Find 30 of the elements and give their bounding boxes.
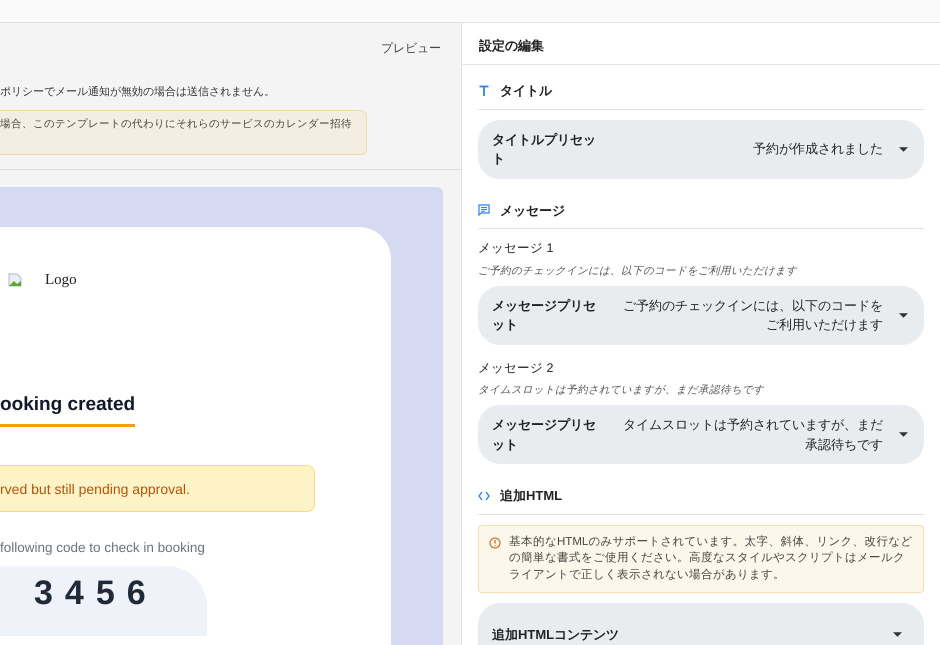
code-icon [478, 490, 490, 502]
preset-select[interactable]: メッセージプリセット タイムスロットは予約されていますが、まだ承認待ちです [478, 405, 924, 464]
caret-icon [899, 312, 908, 318]
message-icon [478, 204, 490, 216]
section-heading: メッセージ [500, 202, 565, 220]
checkin-code: 3456 [0, 566, 207, 636]
field-caption: メッセージ 2 [478, 360, 554, 376]
preview-tab[interactable]: プレビュー [0, 23, 461, 57]
caret-icon [893, 632, 902, 638]
section-heading: 追加HTML [500, 487, 562, 505]
preset-select[interactable]: タイトルプリセット 予約が作成されました [478, 120, 924, 178]
section-heading: タイトル [500, 82, 552, 100]
panel-title: 設定の編集 [462, 23, 940, 65]
email-heading: ooking created [0, 391, 136, 426]
notice-text: ポリシーでメール通知が無効の場合は送信されません。 [0, 84, 276, 100]
logo-alt-text: Logo [45, 270, 77, 290]
caret-icon [899, 432, 908, 437]
preset-select[interactable]: メッセージプリセット ご予約のチェックインには、以下のコードをご利用いただけます [478, 286, 924, 344]
info-icon [489, 536, 501, 548]
instruction-text: following code to check in booking [0, 538, 206, 557]
caret-icon [899, 146, 908, 152]
info-text: 基本的なHTMLのみサポートされています。太字、斜体、リンク、改行などの簡単な書式をご使用ください。高度なスタイルやスクリプトはメールクライアントで正しく表示されない場合があります。 [509, 534, 913, 583]
field-caption: メッセージ 1 [478, 240, 554, 257]
broken-image-icon [7, 272, 23, 288]
field-hint: タイムスロットは予約されていますが、まだ承認待ちです [478, 383, 766, 398]
field-hint: ご予約のチェックインには、以下のコードをご利用いただけます [478, 264, 798, 279]
pending-alert: rved but still pending approval. [0, 464, 315, 512]
warning-banner: 場合、このテンプレートの代わりにそれらのサービスのカレンダー招待 [0, 110, 367, 154]
text-icon [478, 84, 490, 97]
html-content-field[interactable]: 追加HTMLコンテンツ [478, 602, 924, 645]
